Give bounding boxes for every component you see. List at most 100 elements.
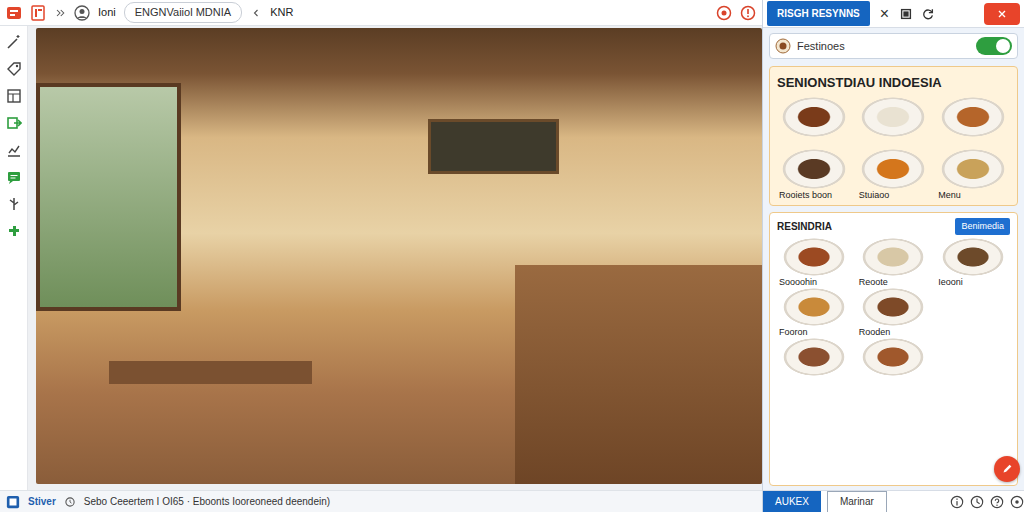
scene-table xyxy=(109,361,312,384)
scene-counter xyxy=(515,265,762,484)
alert-icon[interactable] xyxy=(740,5,756,21)
canvas-area xyxy=(28,26,762,490)
toggle-knob xyxy=(996,39,1010,53)
app-square-icon xyxy=(6,495,20,509)
dish-photo xyxy=(861,149,925,189)
dish-photo xyxy=(783,238,845,276)
tool-sidebar xyxy=(0,26,28,490)
right-label[interactable]: KNR xyxy=(270,4,293,21)
restaurant-illustration xyxy=(36,28,762,484)
refresh-icon[interactable] xyxy=(921,7,935,21)
dish-caption[interactable]: Reoote xyxy=(855,276,933,288)
dish-caption[interactable]: Soooohin xyxy=(775,276,853,288)
panel-tab[interactable]: RISGH RESYNNS xyxy=(767,1,870,26)
dish-row: SoooohinReooteIeooni xyxy=(775,238,1012,288)
section-title: SENIONSTDIAU INDOESIA xyxy=(775,71,1012,97)
edit-fab-button[interactable] xyxy=(994,456,1020,482)
food-thumb-icon xyxy=(775,38,791,54)
clock-icon[interactable] xyxy=(970,495,984,509)
dish-card[interactable]: Ieooni xyxy=(934,238,1012,288)
featured-section: SENIONSTDIAU INDOESIA Rooiets boonStuiaoo… xyxy=(769,66,1018,206)
info-icon[interactable] xyxy=(950,495,964,509)
scene-window xyxy=(36,83,181,311)
section-title: RESINDRIA xyxy=(777,219,832,234)
panel-footer: AUKEX Marinar xyxy=(763,490,1024,512)
dish-photo xyxy=(862,238,924,276)
arrows-icon[interactable] xyxy=(54,7,66,19)
help-icon[interactable] xyxy=(990,495,1004,509)
avatar-icon[interactable] xyxy=(74,5,90,21)
dish-row xyxy=(775,338,1012,388)
filter-toggle[interactable] xyxy=(976,37,1012,55)
dish-caption[interactable]: Fooron xyxy=(775,326,853,338)
app-logo-icon[interactable] xyxy=(6,5,22,21)
dish-photo xyxy=(783,288,845,326)
dish-card[interactable]: Fooron xyxy=(775,288,853,338)
footer-tab[interactable]: Marinar xyxy=(827,491,887,512)
search-value[interactable]: Festinoes xyxy=(797,38,970,55)
caption-space xyxy=(775,137,853,149)
tag-icon[interactable] xyxy=(6,61,22,77)
footer-tab[interactable]: AUKEX xyxy=(763,491,821,512)
dish-photo xyxy=(862,338,924,376)
wand-icon[interactable] xyxy=(6,34,22,50)
section-badge[interactable]: Benimedia xyxy=(955,218,1010,236)
dish-list-section: RESINDRIABenimediaSoooohinReooteIeooniFo… xyxy=(769,212,1018,487)
dish-card[interactable] xyxy=(775,97,853,149)
dish-card[interactable]: Reoote xyxy=(855,238,933,288)
status-text: Sebo Ceeertem I OI65 · Eboonts Iooreonee… xyxy=(84,494,330,509)
panel-header: RISGH RESYNNS × xyxy=(763,0,1024,28)
dish-card[interactable] xyxy=(855,97,933,149)
dish-caption[interactable]: Stuiaoo xyxy=(855,189,933,201)
dish-caption[interactable]: Rooiets boon xyxy=(775,189,853,201)
dish-photo xyxy=(942,238,1004,276)
exit-button[interactable] xyxy=(984,3,1020,25)
dish-caption[interactable]: Rooden xyxy=(855,326,933,338)
section-header: RESINDRIA Benimedia xyxy=(775,217,1012,239)
workspace xyxy=(0,26,762,490)
caption-space xyxy=(855,376,933,388)
chevron-icon[interactable] xyxy=(250,7,262,19)
dish-card[interactable]: Rooden xyxy=(855,288,933,338)
record-icon[interactable] xyxy=(716,5,732,21)
dish-caption[interactable]: Ieooni xyxy=(934,276,1012,288)
export-icon[interactable] xyxy=(6,115,22,131)
dish-card[interactable]: Rooiets boon xyxy=(775,149,853,201)
dish-card[interactable] xyxy=(775,338,853,388)
caption-space xyxy=(775,376,853,388)
status-label: Stiver xyxy=(28,494,56,509)
dish-card[interactable]: Soooohin xyxy=(775,238,853,288)
dish-row xyxy=(775,97,1012,149)
plugin-icon[interactable] xyxy=(6,223,22,239)
title-bar: IoniENGNVaiiol MDNIAKNR xyxy=(0,0,762,26)
dish-card[interactable]: Stuiaoo xyxy=(855,149,933,201)
dish-photo xyxy=(783,338,845,376)
branch-icon[interactable] xyxy=(6,196,22,212)
dish-row: FooronRooden xyxy=(775,288,1012,338)
window-icon[interactable] xyxy=(899,7,913,21)
sync-icon xyxy=(64,496,76,508)
dish-photo xyxy=(782,149,846,189)
caption-space xyxy=(855,137,933,149)
dish-card[interactable] xyxy=(855,338,933,388)
settings-icon[interactable] xyxy=(1010,495,1024,509)
dish-photo xyxy=(941,149,1005,189)
chart-icon[interactable] xyxy=(6,142,22,158)
dish-caption[interactable]: Menu xyxy=(934,189,1012,201)
scene-board xyxy=(428,119,559,174)
dish-photo xyxy=(782,97,846,137)
menu-panel: RISGH RESYNNS × Festinoes SENIONSTDIAU INDO… xyxy=(762,0,1024,512)
dish-card[interactable] xyxy=(934,97,1012,149)
dish-photo xyxy=(862,288,924,326)
message-icon[interactable] xyxy=(6,169,22,185)
close-button[interactable]: × xyxy=(878,6,891,22)
main-area: IoniENGNVaiiol MDNIAKNR Stiver Sebo Ceeert… xyxy=(0,0,762,512)
status-bar: Stiver Sebo Ceeertem I OI65 · Eboonts Ioo… xyxy=(0,490,762,512)
document-logo-icon[interactable] xyxy=(30,5,46,21)
search-field[interactable]: Festinoes xyxy=(769,33,1018,59)
pencil-icon xyxy=(1000,462,1014,476)
dish-card[interactable]: Menu xyxy=(934,149,1012,201)
account-label[interactable]: Ioni xyxy=(98,4,116,21)
layout-icon[interactable] xyxy=(6,88,22,104)
caption-space xyxy=(934,137,1012,149)
